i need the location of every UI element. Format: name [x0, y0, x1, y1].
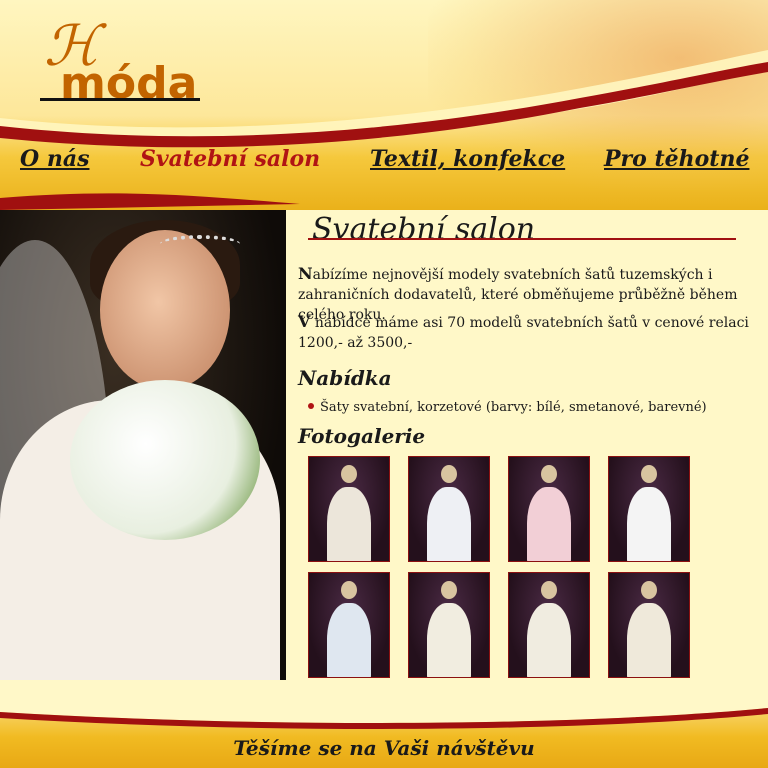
main-nav: O nás Svatební salon Textil, konfekce Pr… [0, 146, 768, 186]
gallery-thumb[interactable] [508, 456, 590, 562]
title-underline [308, 238, 736, 240]
nav-item-o-nas[interactable]: O nás [20, 146, 89, 172]
page-title: Svatební salon [312, 212, 536, 247]
bouquet [70, 380, 260, 540]
logo-underline [40, 98, 200, 101]
photo-gallery [298, 456, 698, 686]
header: ℋ móda O nás Svatební salon Textil, konf… [0, 0, 768, 210]
bullet-icon [308, 403, 314, 409]
gallery-thumb[interactable] [408, 572, 490, 678]
gallery-thumb[interactable] [608, 456, 690, 562]
logo-text: móda [60, 58, 198, 109]
gallery-thumb[interactable] [508, 572, 590, 678]
footer: Těšíme se na Vaši návštěvu [0, 690, 768, 768]
offer-heading: Nabídka [298, 366, 392, 390]
footer-swoosh [0, 690, 768, 730]
gallery-thumb[interactable] [608, 572, 690, 678]
gallery-thumb[interactable] [308, 456, 390, 562]
gallery-thumb[interactable] [308, 572, 390, 678]
intro-paragraph-2: V nabídce máme asi 70 modelů svatebních … [298, 312, 749, 351]
footer-text: Těšíme se na Vaši návštěvu [233, 736, 535, 760]
nav-item-pro-tehotne[interactable]: Pro těhotné [604, 146, 749, 172]
logo[interactable]: ℋ móda [40, 10, 210, 110]
bride-photo [0, 210, 286, 680]
offer-item: Šaty svatební, korzetové (barvy: bílé, s… [298, 400, 707, 415]
gallery-heading: Fotogalerie [298, 424, 426, 448]
gallery-thumb[interactable] [408, 456, 490, 562]
nav-item-textil-konfekce[interactable]: Textil, konfekce [370, 146, 565, 172]
nav-item-svatebni-salon[interactable]: Svatební salon [140, 146, 320, 172]
